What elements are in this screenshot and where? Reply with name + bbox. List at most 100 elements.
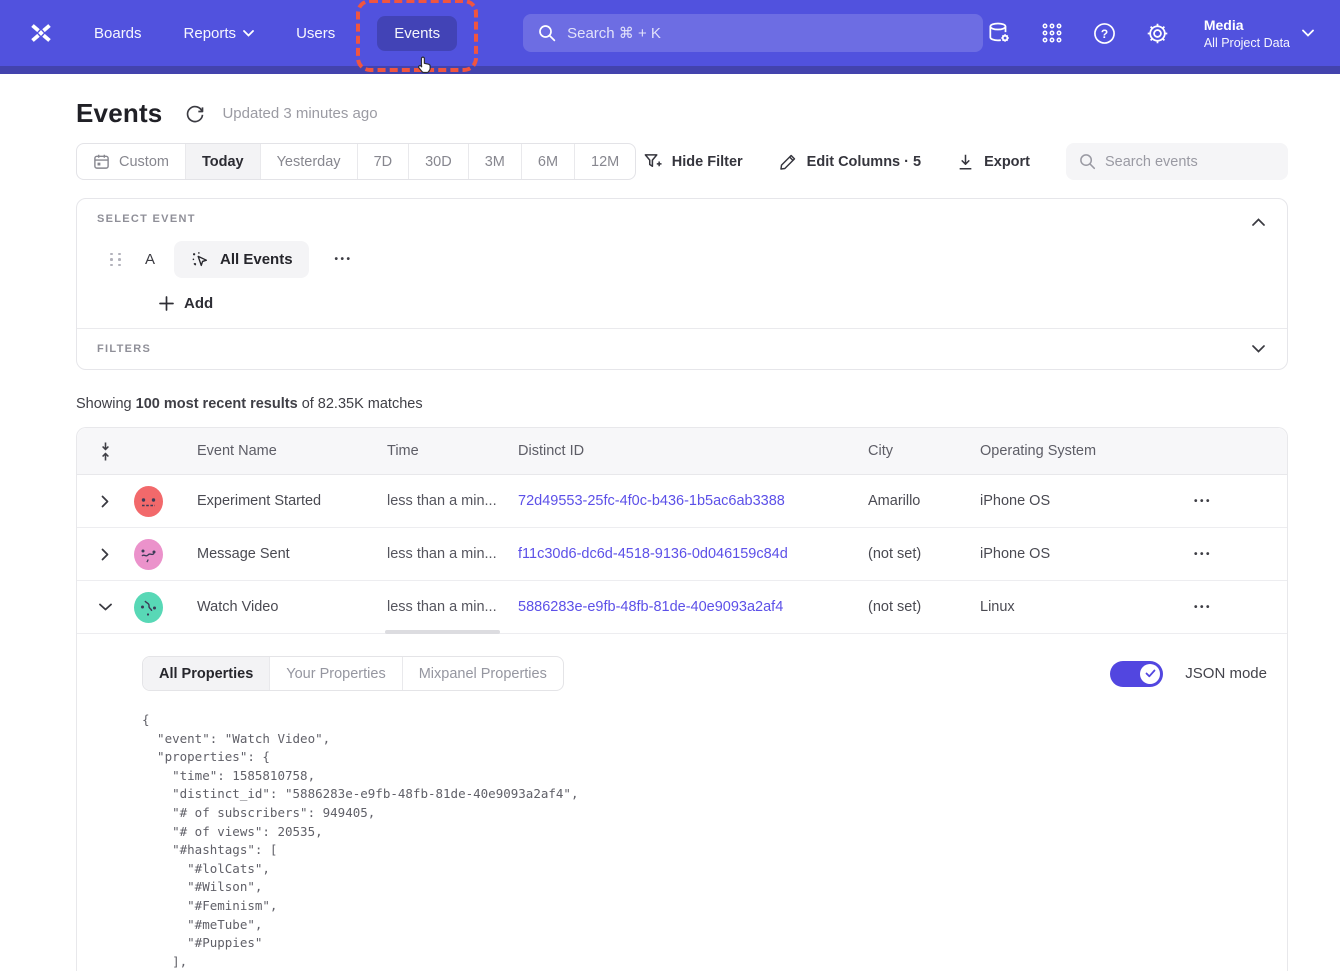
cell-time: less than a min... bbox=[367, 599, 498, 615]
page-title: Events bbox=[76, 98, 162, 129]
chevron-down-icon bbox=[99, 603, 112, 611]
events-table: Event Name Time Distinct ID City Operati… bbox=[76, 427, 1288, 971]
event-avatar bbox=[133, 485, 164, 518]
mixpanel-logo-icon[interactable] bbox=[26, 18, 56, 48]
tab-all-properties[interactable]: All Properties bbox=[143, 657, 270, 690]
date-segment-custom[interactable]: Custom bbox=[77, 144, 186, 179]
cell-os: iPhone OS bbox=[960, 546, 1174, 562]
chevron-right-icon bbox=[101, 548, 109, 561]
tab-mixpanel-properties[interactable]: Mixpanel Properties bbox=[403, 657, 563, 690]
table-header-row: Event Name Time Distinct ID City Operati… bbox=[77, 428, 1287, 475]
toggle-knob bbox=[1140, 664, 1160, 684]
date-segment-30d[interactable]: 30D bbox=[409, 144, 469, 179]
cell-distinct-id[interactable]: 5886283e-e9fb-48fb-81de-40e9093a2af4 bbox=[498, 599, 848, 615]
col-header-time: Time bbox=[367, 443, 498, 459]
download-icon bbox=[957, 153, 974, 171]
edit-columns-button[interactable]: Edit Columns · 5 bbox=[779, 153, 921, 171]
select-event-section: SELECT EVENT A All Events ••• bbox=[77, 199, 1287, 328]
nav-item-reports[interactable]: Reports bbox=[184, 25, 255, 42]
table-row[interactable]: Message Sent less than a min... f11c30d6… bbox=[77, 528, 1287, 581]
nav-item-events[interactable]: Events bbox=[377, 16, 457, 51]
global-search bbox=[523, 14, 983, 52]
cell-event-name: Watch Video bbox=[177, 599, 367, 615]
pencil-icon bbox=[779, 153, 797, 171]
all-events-chip[interactable]: All Events bbox=[174, 241, 309, 278]
search-icon bbox=[538, 24, 556, 42]
last-updated-text: Updated 3 minutes ago bbox=[222, 105, 377, 122]
project-name: Media bbox=[1204, 16, 1290, 35]
json-mode-toggle[interactable] bbox=[1110, 661, 1163, 687]
cell-time: less than a min... bbox=[367, 493, 498, 509]
row-overflow-button[interactable]: ••• bbox=[1174, 549, 1287, 560]
date-range-picker: Custom Today Yesterday 7D 30D 3M 6M 12M bbox=[76, 143, 636, 180]
navbar-bottom-strip bbox=[0, 66, 1340, 74]
table-row-expanded[interactable]: Watch Video less than a min... 5886283e-… bbox=[77, 581, 1287, 634]
export-button[interactable]: Export bbox=[957, 153, 1030, 171]
filter-funnel-icon bbox=[643, 152, 662, 171]
top-navbar: Boards Reports Users Events bbox=[0, 0, 1340, 66]
results-summary: Showing 100 most recent results of 82.35… bbox=[76, 396, 1288, 412]
add-event-button[interactable]: Add bbox=[159, 295, 231, 312]
nav-right-icons: ? Media All Project Data bbox=[986, 16, 1314, 51]
refresh-icon[interactable] bbox=[185, 104, 205, 124]
expand-row-button[interactable] bbox=[77, 548, 133, 561]
col-header-city: City bbox=[848, 443, 960, 459]
date-segment-3m[interactable]: 3M bbox=[469, 144, 522, 179]
plus-icon bbox=[159, 296, 174, 311]
filters-section[interactable]: FILTERS bbox=[77, 329, 1287, 369]
event-overflow-button[interactable]: ••• bbox=[335, 254, 353, 265]
hide-filter-button[interactable]: Hide Filter bbox=[643, 152, 743, 171]
collapse-section-button[interactable] bbox=[1247, 211, 1269, 233]
event-avatar bbox=[133, 538, 164, 571]
date-segment-12m[interactable]: 12M bbox=[575, 144, 635, 179]
cell-city: (not set) bbox=[848, 546, 960, 562]
row-overflow-button[interactable]: ••• bbox=[1174, 496, 1287, 507]
project-scope: All Project Data bbox=[1204, 35, 1290, 51]
cursor-pointer-icon bbox=[413, 53, 435, 77]
expand-filters-button[interactable] bbox=[1247, 338, 1269, 360]
nav-links: Boards Reports Users Events bbox=[94, 16, 457, 51]
chevron-up-icon bbox=[1252, 218, 1265, 226]
date-segment-yesterday[interactable]: Yesterday bbox=[261, 144, 358, 179]
cell-city: (not set) bbox=[848, 599, 960, 615]
drag-handle[interactable] bbox=[110, 253, 122, 267]
table-row[interactable]: Experiment Started less than a min... 72… bbox=[77, 475, 1287, 528]
cell-os: iPhone OS bbox=[960, 493, 1174, 509]
global-search-input[interactable] bbox=[567, 25, 968, 42]
tab-your-properties[interactable]: Your Properties bbox=[270, 657, 402, 690]
search-events-box bbox=[1066, 143, 1288, 180]
date-segment-7d[interactable]: 7D bbox=[358, 144, 410, 179]
project-switcher[interactable]: Media All Project Data bbox=[1204, 16, 1314, 51]
event-cursor-sparkle-icon bbox=[190, 250, 210, 270]
date-segment-6m[interactable]: 6M bbox=[522, 144, 575, 179]
settings-gear-icon[interactable] bbox=[1145, 20, 1171, 46]
event-avatar bbox=[133, 591, 164, 624]
search-events-input[interactable] bbox=[1105, 154, 1275, 170]
event-json-view: { "event": "Watch Video", "properties": … bbox=[142, 711, 1267, 971]
cell-distinct-id[interactable]: 72d49553-25fc-4f0c-b436-1b5ac6ab3388 bbox=[498, 493, 848, 509]
nav-item-boards[interactable]: Boards bbox=[94, 25, 142, 42]
row-overflow-button[interactable]: ••• bbox=[1174, 602, 1287, 613]
apps-grid-icon[interactable] bbox=[1039, 20, 1065, 46]
date-segment-today[interactable]: Today bbox=[186, 144, 261, 179]
chevron-down-icon bbox=[1252, 345, 1265, 353]
row-detail-panel: All Properties Your Properties Mixpanel … bbox=[77, 634, 1287, 971]
chevron-right-icon bbox=[101, 495, 109, 508]
svg-text:?: ? bbox=[1101, 26, 1108, 40]
filters-label: FILTERS bbox=[97, 343, 1267, 355]
cell-distinct-id[interactable]: f11c30d6-dc6d-4518-9136-0d046159c84d bbox=[498, 546, 848, 562]
nav-item-users[interactable]: Users bbox=[296, 25, 335, 42]
chevron-down-icon bbox=[243, 30, 254, 37]
cell-event-name: Message Sent bbox=[177, 546, 367, 562]
cell-city: Amarillo bbox=[848, 493, 960, 509]
cell-event-name: Experiment Started bbox=[177, 493, 367, 509]
chevron-down-icon bbox=[1302, 29, 1314, 37]
sort-order-icon[interactable] bbox=[77, 441, 133, 462]
table-horizontal-scrollbar[interactable] bbox=[385, 630, 500, 634]
data-management-icon[interactable] bbox=[986, 20, 1012, 46]
col-header-distinct-id: Distinct ID bbox=[498, 443, 848, 459]
event-row-letter: A bbox=[145, 251, 155, 268]
help-icon[interactable]: ? bbox=[1092, 20, 1118, 46]
collapse-row-button[interactable] bbox=[77, 603, 133, 611]
expand-row-button[interactable] bbox=[77, 495, 133, 508]
